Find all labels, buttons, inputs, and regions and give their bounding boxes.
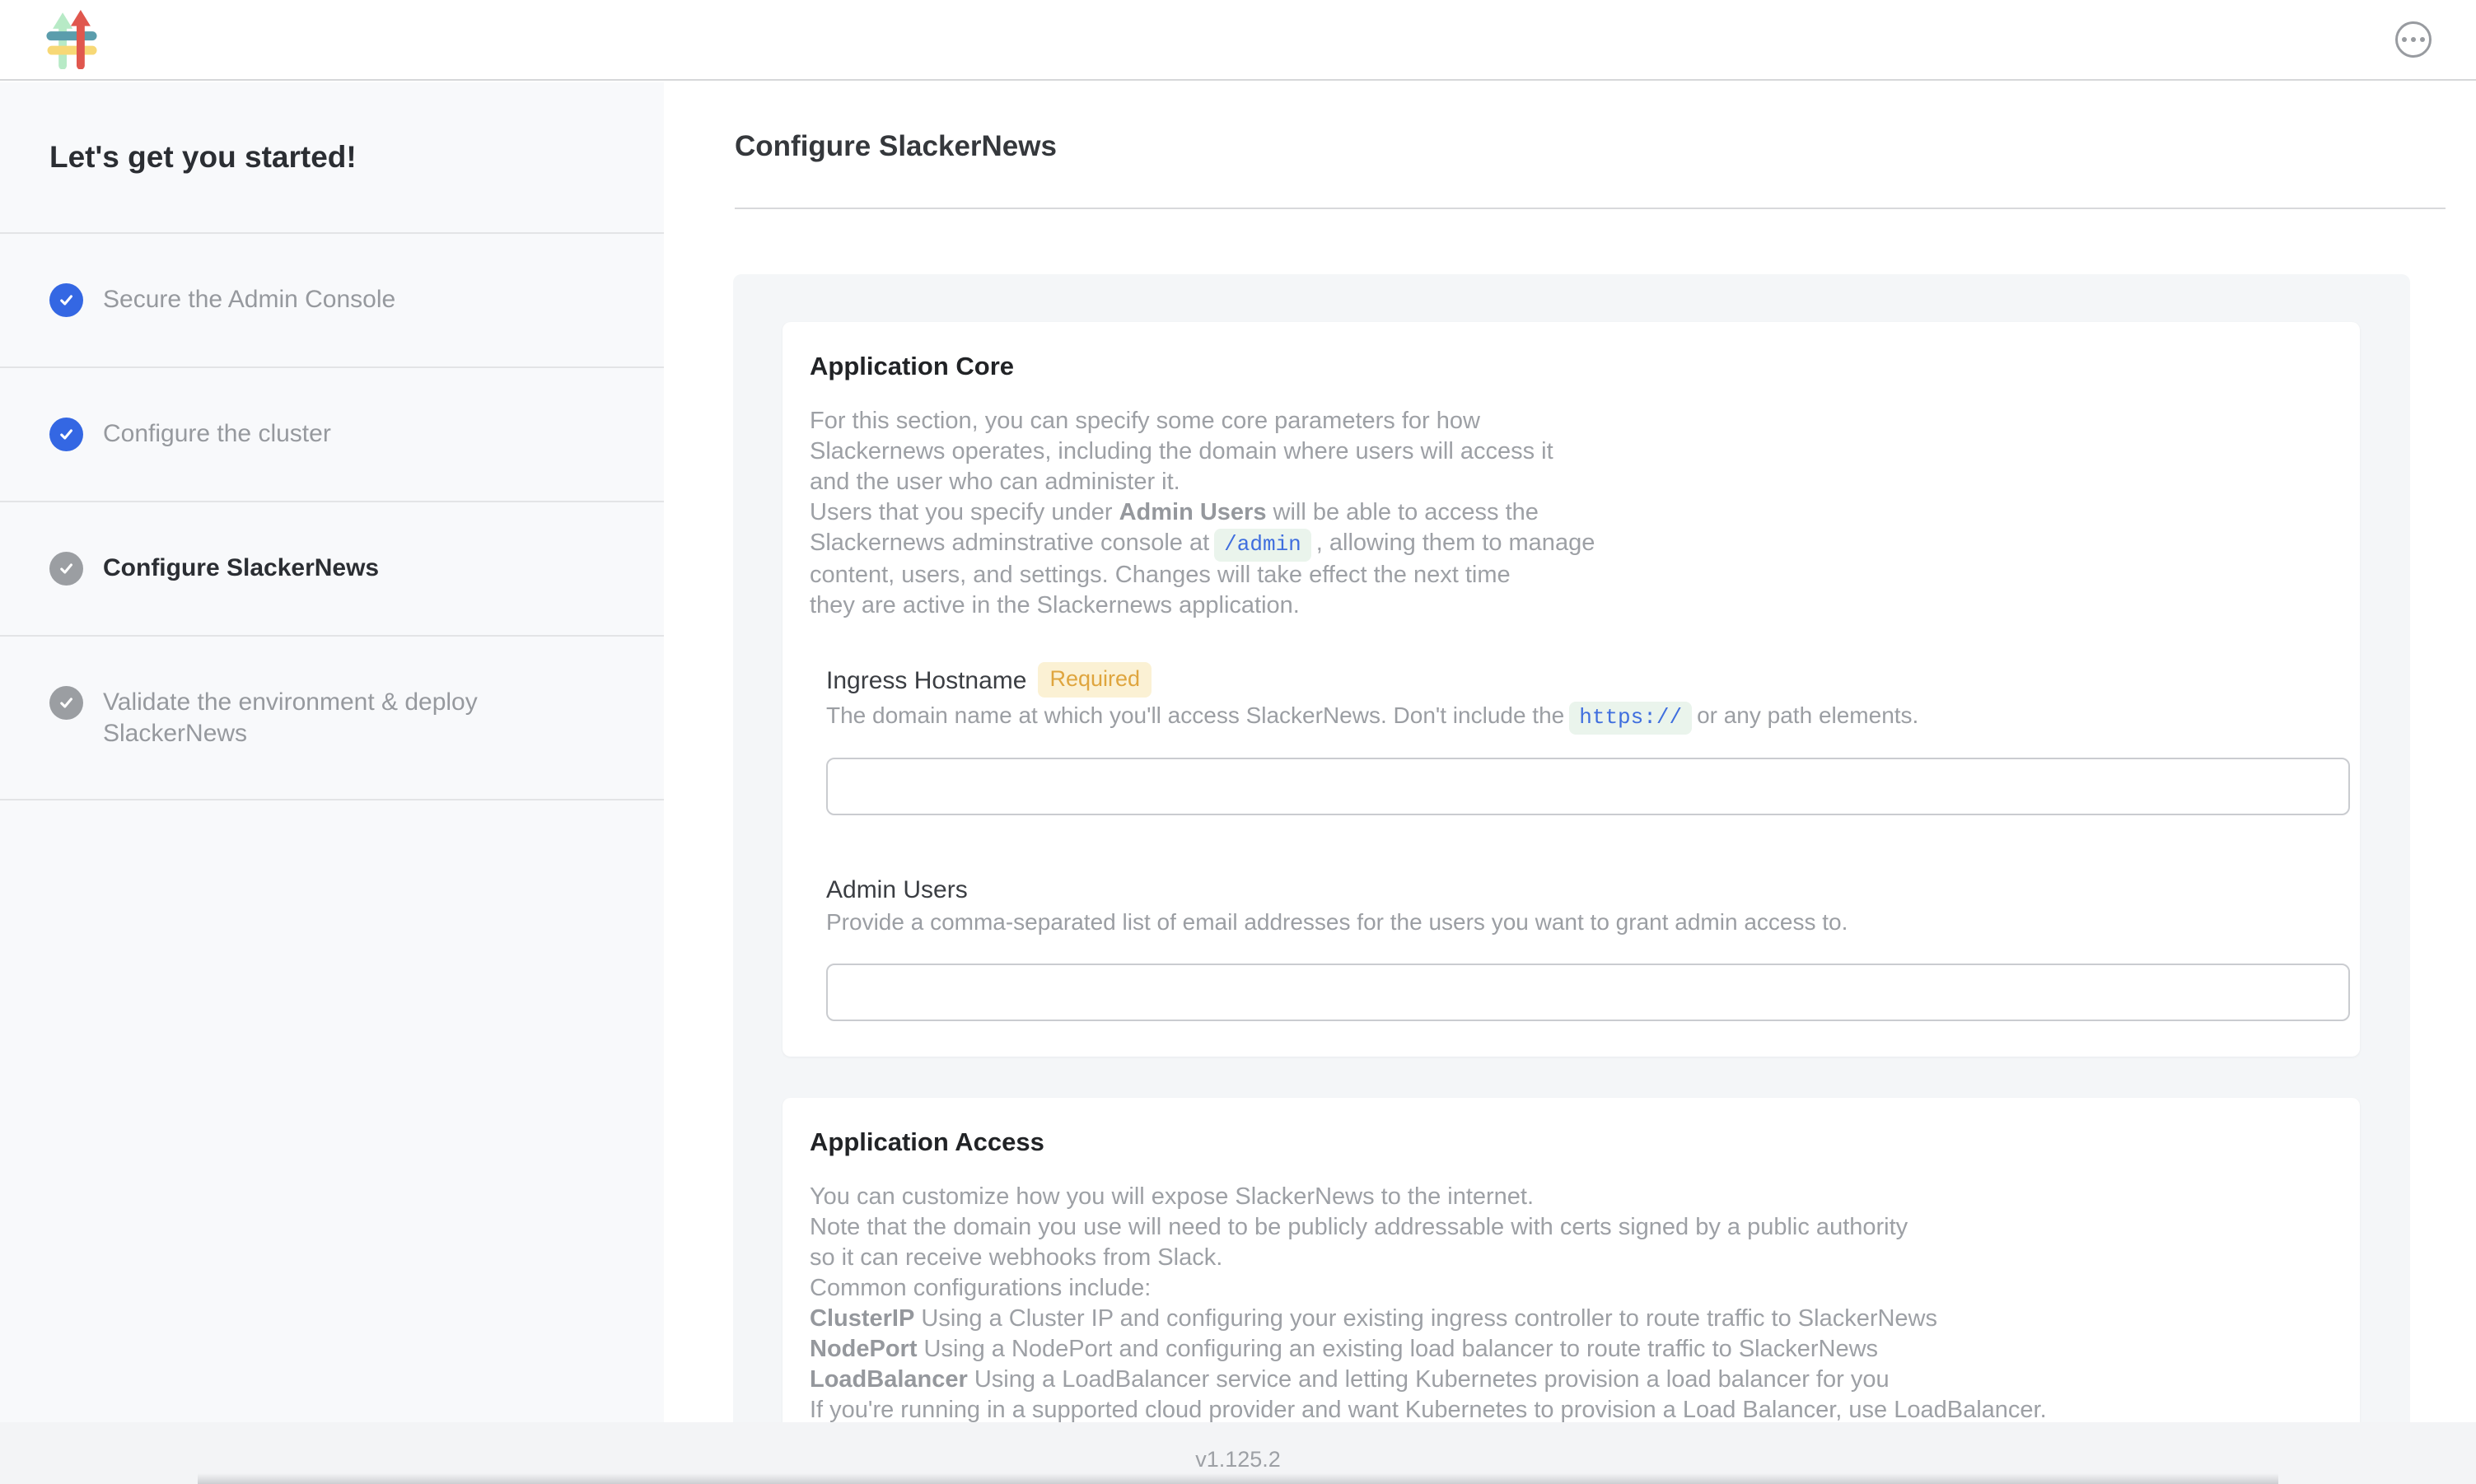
card-description: For this section, you can specify some c… [810,406,2340,621]
title-divider [735,208,2446,209]
bottom-shadow [198,1473,2278,1484]
admin-users-field: Admin Users Provide a comma-separated li… [826,876,2340,1021]
setup-steps-sidebar: Let's get you started! Secure the Admin … [0,82,664,1422]
check-icon [49,283,83,317]
step-label: Configure the cluster [103,418,331,450]
check-icon [49,418,83,451]
https-code-chip: https:// [1569,702,1692,735]
ellipsis-more-icon [2420,37,2425,42]
admin-users-input[interactable] [826,964,2350,1021]
card-heading: Application Access [810,1127,2340,1157]
required-badge: Required [1038,662,1152,698]
sidebar-step-secure-admin-console[interactable]: Secure the Admin Console [0,234,664,368]
sidebar-title: Let's get you started! [0,82,664,234]
admin-users-label: Admin Users [826,876,2340,904]
step-label: Secure the Admin Console [103,283,395,315]
step-label: Configure SlackerNews [103,552,379,584]
admin-path-code-chip: /admin [1214,529,1311,562]
application-core-card: Application Core For this section, you c… [783,322,2360,1057]
app-window: Let's get you started! Secure the Admin … [0,0,2476,1484]
ellipsis-more-icon [2411,37,2416,42]
check-icon [49,552,83,586]
ingress-hostname-field: Ingress HostnameRequired The domain name… [826,662,2340,815]
card-description: You can customize how you will expose Sl… [810,1182,2340,1422]
ellipsis-more-icon [2402,37,2407,42]
config-panel: Application Core For this section, you c… [733,274,2410,1422]
step-label: Validate the environment & deploy Slacke… [103,686,564,749]
top-bar [0,0,2476,81]
sidebar-step-validate-deploy[interactable]: Validate the environment & deploy Slacke… [0,637,664,800]
sidebar-step-configure-slackernews[interactable]: Configure SlackerNews [0,502,664,637]
application-access-card: Application Access You can customize how… [783,1098,2360,1422]
card-heading: Application Core [810,352,2340,381]
ingress-hostname-input[interactable] [826,758,2350,815]
ingress-hostname-label: Ingress HostnameRequired [826,662,2340,698]
admin-users-help: Provide a comma-separated list of email … [826,909,2340,936]
page-title: Configure SlackerNews [735,130,1057,163]
check-icon [49,686,83,720]
config-content: Configure SlackerNews Application Core F… [664,82,2476,1422]
ingress-hostname-help: The domain name at which you'll access S… [826,702,2340,730]
slackernews-logo-icon [46,10,97,73]
version-label: v1.125.2 [0,1447,2476,1472]
sidebar-step-configure-cluster[interactable]: Configure the cluster [0,368,664,502]
more-options-button[interactable] [2395,21,2432,58]
